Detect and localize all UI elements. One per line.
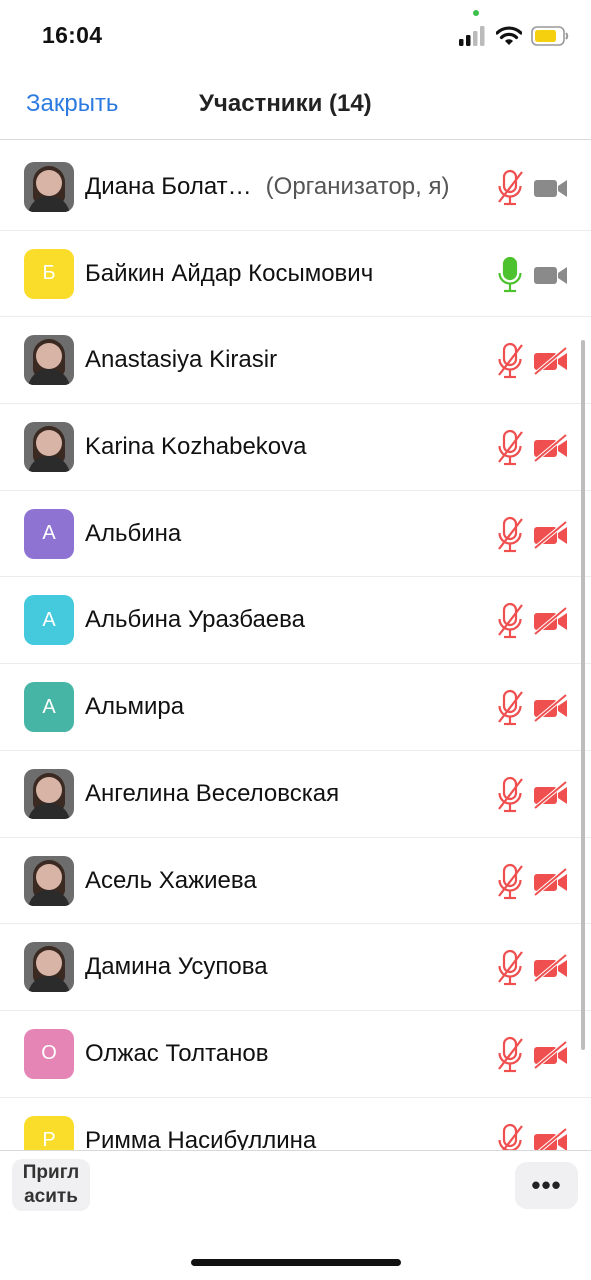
participant-name-block: Байкин Айдар Косымович: [85, 260, 373, 288]
video-off-icon[interactable]: [533, 780, 569, 810]
video-off-icon[interactable]: [533, 953, 569, 983]
participant-row[interactable]: Karina Kozhabekova: [0, 404, 591, 491]
avatar: А: [24, 682, 74, 733]
avatar: [24, 942, 74, 993]
status-bar: 16:04: [0, 0, 591, 70]
avatar-initial: А: [42, 522, 56, 545]
avatar-initial: О: [41, 1042, 57, 1065]
mic-muted-icon[interactable]: [496, 863, 524, 901]
camera-indicator-dot: [473, 10, 479, 16]
mic-on-icon[interactable]: [496, 256, 524, 294]
avatar: [24, 768, 74, 819]
header: Закрыть Участники (14): [0, 70, 591, 140]
mic-muted-icon[interactable]: [496, 602, 524, 640]
participant-row[interactable]: А Альбина: [0, 491, 591, 578]
participant-name-block: Альмира: [85, 693, 184, 721]
participants-list[interactable]: Диана Болат… (Организатор, я) Б Байкин Айда…: [0, 144, 591, 1150]
participant-name: Асель Хажиева: [85, 866, 257, 894]
mic-muted-icon[interactable]: [496, 776, 524, 814]
mic-muted-icon[interactable]: [496, 1123, 524, 1150]
participant-row[interactable]: Диана Болат… (Организатор, я): [0, 144, 591, 231]
signal-icon: [459, 26, 485, 46]
video-camera-icon[interactable]: [533, 260, 569, 290]
avatar: А: [24, 508, 74, 559]
wifi-icon: [496, 26, 522, 45]
avatar: Б: [24, 248, 74, 299]
video-off-icon[interactable]: [533, 346, 569, 376]
video-off-icon[interactable]: [533, 606, 569, 636]
mic-muted-icon[interactable]: [496, 689, 524, 727]
video-off-icon[interactable]: [533, 433, 569, 463]
participant-name-block: Альбина Уразбаева: [85, 606, 305, 634]
participant-name-block: Дамина Усупова: [85, 953, 268, 981]
avatar: О: [24, 1028, 74, 1079]
more-button[interactable]: •••: [515, 1162, 578, 1209]
page-title: Участники (14): [199, 90, 372, 117]
avatar: [24, 422, 74, 473]
video-off-icon[interactable]: [533, 1040, 569, 1070]
close-button[interactable]: Закрыть: [26, 90, 118, 118]
participant-name-block: Асель Хажиева: [85, 867, 257, 895]
participant-name-block: Диана Болат… (Организатор, я): [85, 173, 449, 201]
video-camera-icon[interactable]: [533, 173, 569, 203]
participant-row[interactable]: Асель Хажиева: [0, 838, 591, 925]
mic-muted-icon[interactable]: [496, 429, 524, 467]
battery-icon: [531, 26, 569, 46]
participant-name-block: Ангелина Веселовская: [85, 780, 339, 808]
video-off-icon[interactable]: [533, 1127, 569, 1150]
status-icons: [459, 26, 569, 46]
avatar-initial: А: [42, 608, 56, 631]
participant-name-block: Anastasiya Kirasir: [85, 346, 277, 374]
participant-name: Альбина: [85, 519, 182, 547]
avatar-initial: Р: [42, 1129, 56, 1150]
participant-name-block: Альбина: [85, 520, 181, 548]
avatar: [24, 335, 74, 386]
participant-role: (Организатор, я): [265, 173, 450, 200]
participant-name: Байкин Айдар Косымович: [85, 259, 374, 287]
participant-row[interactable]: Б Байкин Айдар Косымович: [0, 231, 591, 318]
participant-row[interactable]: Ангелина Веселовская: [0, 751, 591, 838]
mic-muted-icon[interactable]: [496, 169, 524, 207]
invite-button[interactable]: Пригл асить: [12, 1159, 90, 1211]
mic-muted-icon[interactable]: [496, 342, 524, 380]
mic-muted-icon[interactable]: [496, 1036, 524, 1074]
participant-row[interactable]: А Альбина Уразбаева: [0, 577, 591, 665]
participant-name-block: Римма Насибуллина: [85, 1127, 316, 1150]
avatar-initial: Б: [42, 262, 56, 285]
bottom-bar: Пригл асить •••: [0, 1150, 591, 1280]
participant-name-block: Олжас Толтанов: [85, 1040, 269, 1068]
participant-name: Альмира: [85, 693, 185, 721]
avatar: Р: [24, 1115, 74, 1150]
status-time: 16:04: [42, 22, 103, 48]
battery-level: [535, 30, 556, 42]
participant-row[interactable]: Anastasiya Kirasir: [0, 317, 591, 405]
video-off-icon[interactable]: [533, 693, 569, 723]
participant-name: Альбина Уразбаева: [85, 606, 305, 634]
participant-name: Дамина Усупова: [85, 953, 268, 981]
avatar: [24, 162, 74, 212]
avatar: [24, 855, 74, 906]
home-indicator: [191, 1259, 401, 1266]
video-off-icon[interactable]: [533, 866, 569, 897]
avatar-initial: А: [42, 695, 56, 718]
participant-row[interactable]: О Олжас Толтанов: [0, 1011, 591, 1098]
participant-name: Римма Насибуллина: [85, 1126, 317, 1150]
scrollbar[interactable]: [581, 340, 585, 1050]
video-off-icon[interactable]: [533, 520, 569, 550]
avatar: А: [24, 595, 74, 646]
participant-row[interactable]: Р Римма Насибуллина: [0, 1098, 591, 1150]
participant-name: Karina Kozhabekova: [85, 433, 307, 461]
mic-muted-icon[interactable]: [496, 516, 524, 554]
participant-name: Ангелина Веселовская: [85, 779, 340, 807]
mic-muted-icon[interactable]: [496, 949, 524, 987]
participant-name: Anastasiya Kirasir: [85, 346, 278, 374]
participant-row[interactable]: А Альмира: [0, 664, 591, 751]
participant-name-block: Karina Kozhabekova: [85, 433, 306, 461]
participant-name: Олжас Толтанов: [85, 1039, 269, 1067]
participant-name: Диана Болат…: [85, 173, 252, 200]
participant-row[interactable]: Дамина Усупова: [0, 924, 591, 1011]
